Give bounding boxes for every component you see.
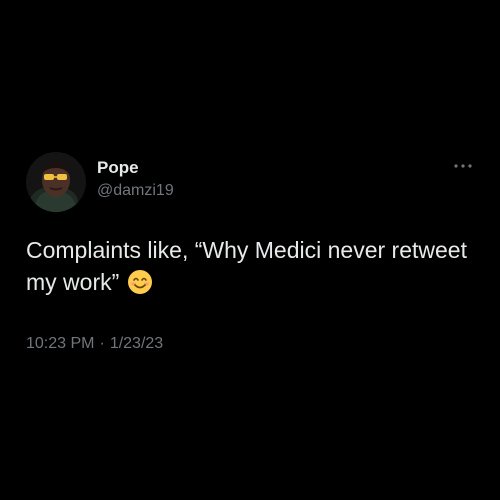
display-name[interactable]: Pope bbox=[97, 157, 139, 179]
separator: · bbox=[99, 335, 105, 352]
tweet-timestamp[interactable]: 10:23 PM · 1/23/23 bbox=[26, 333, 163, 355]
tweet-text: Complaints like, “Why Medici never retwe… bbox=[26, 234, 476, 298]
user-handle[interactable]: @damzi19 bbox=[97, 180, 174, 202]
avatar[interactable] bbox=[26, 152, 86, 212]
tweet-time: 10:23 PM bbox=[26, 335, 95, 352]
smiling-face-icon bbox=[127, 269, 153, 295]
tweet-date: 1/23/23 bbox=[109, 335, 164, 352]
more-icon[interactable] bbox=[452, 161, 474, 171]
tweet-body: Complaints like, “Why Medici never retwe… bbox=[26, 237, 467, 295]
tweet-card: Pope @damzi19 Complaints like, “Why Medi… bbox=[0, 0, 500, 500]
